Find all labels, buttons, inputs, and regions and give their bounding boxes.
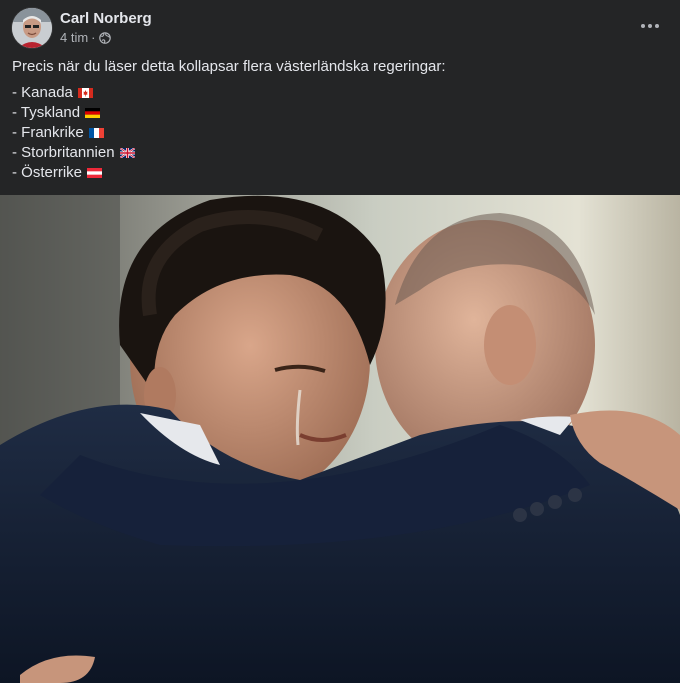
avatar-image	[12, 8, 52, 48]
post-intro-text: Precis när du läser detta kollapsar fler…	[12, 58, 446, 75]
list-item: - Kanada	[12, 83, 668, 103]
list-item-label: - Frankrike	[12, 124, 84, 141]
author-avatar[interactable]	[12, 8, 52, 48]
country-list: - Kanada - Tyskland - Frankrike - Storbr…	[12, 83, 668, 183]
facebook-post: Carl Norberg 4 tim · Precis när du läser…	[0, 0, 680, 683]
post-header: Carl Norberg 4 tim ·	[12, 8, 668, 48]
flag-france-icon	[88, 128, 104, 138]
flag-uk-icon	[119, 148, 135, 158]
flag-austria-icon	[87, 168, 103, 178]
post-time[interactable]: 4 tim	[60, 30, 88, 45]
more-options-button[interactable]	[632, 8, 668, 44]
list-item: - Storbritannien	[12, 143, 668, 163]
flag-canada-icon	[77, 88, 93, 98]
flag-germany-icon	[85, 108, 101, 118]
list-item-label: - Storbritannien	[12, 144, 115, 161]
post-body: Precis när du läser detta kollapsar fler…	[12, 57, 668, 183]
meta-separator: ·	[91, 30, 96, 45]
list-item-label: - Kanada	[12, 84, 73, 101]
list-item-label: - Tyskland	[12, 104, 81, 121]
list-item: - Österrike	[12, 163, 668, 183]
globe-icon[interactable]	[98, 31, 111, 44]
list-item: - Tyskland	[12, 103, 668, 123]
list-item-label: - Österrike	[12, 164, 83, 181]
more-options-icon	[641, 24, 659, 28]
post-photo[interactable]	[0, 195, 680, 683]
post-meta: 4 tim ·	[60, 30, 111, 45]
author-name[interactable]: Carl Norberg	[60, 10, 152, 27]
list-item: - Frankrike	[12, 123, 668, 143]
